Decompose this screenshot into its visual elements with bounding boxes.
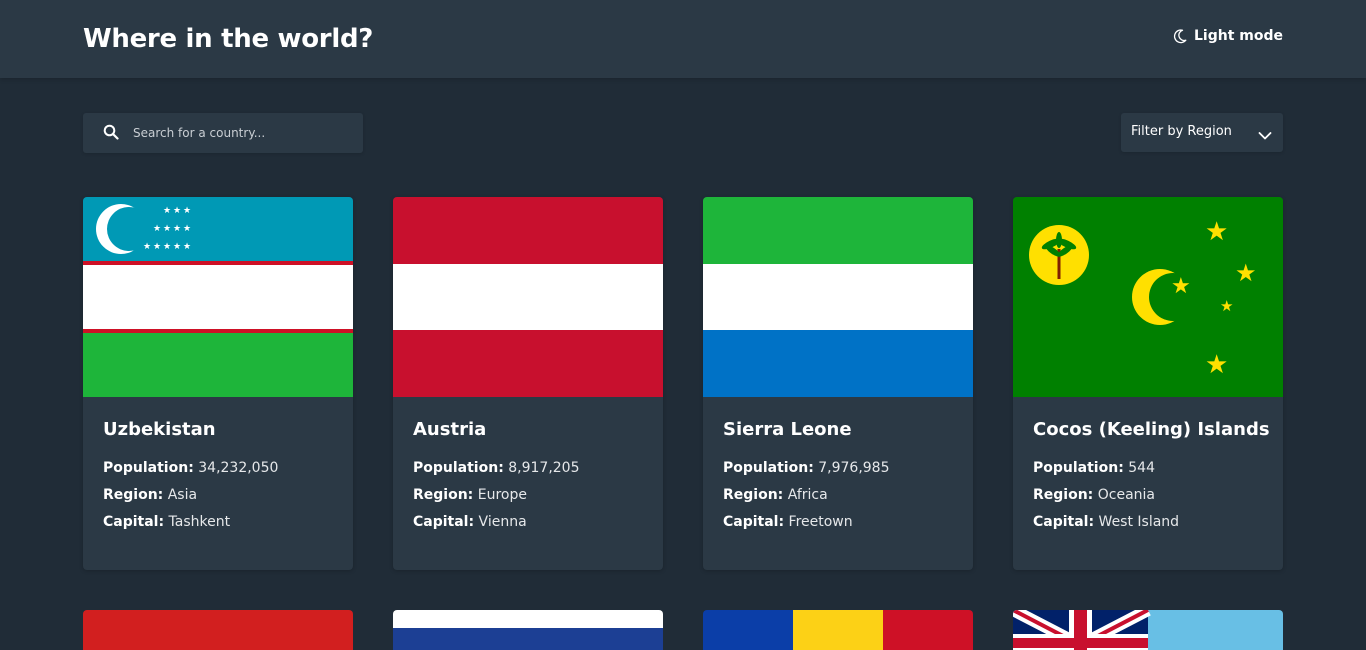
svg-text:★: ★ [173, 242, 181, 252]
country-flag [703, 610, 973, 650]
country-flag [393, 610, 663, 650]
population-value: 34,232,050 [198, 460, 279, 476]
population-label: Population: [413, 460, 504, 476]
country-name: Austria [413, 419, 487, 440]
population-label: Population: [103, 460, 194, 476]
country-flag [83, 610, 353, 650]
svg-text:★: ★ [163, 224, 171, 234]
region-value: Europe [477, 487, 527, 503]
region-row: Region: Asia [103, 482, 278, 509]
country-card[interactable]: Austria Population: 8,917,205 Region: Eu… [393, 197, 663, 570]
capital-label: Capital: [103, 514, 165, 530]
capital-label: Capital: [413, 514, 475, 530]
country-card[interactable]: ★ ★ ★ ★ ★ ★ ★ ★ ★ ★ ★ ★ Uzbekistan Population: 34… [83, 197, 353, 570]
capital-row: Capital: West Island [1033, 509, 1179, 536]
capital-value: West Island [1098, 514, 1180, 530]
svg-text:★: ★ [163, 242, 171, 252]
population-value: 544 [1128, 460, 1155, 476]
theme-toggle-label: Light mode [1194, 28, 1283, 44]
capital-value: Vienna [478, 514, 527, 530]
moon-icon [1173, 28, 1187, 44]
svg-text:★: ★ [163, 206, 171, 216]
svg-text:★: ★ [1205, 217, 1228, 247]
population-value: 8,917,205 [508, 460, 580, 476]
country-flag [1013, 610, 1283, 650]
country-card[interactable] [703, 610, 973, 650]
region-value: Africa [787, 487, 828, 503]
population-row: Population: 34,232,050 [103, 455, 278, 482]
region-label: Region: [103, 487, 164, 503]
region-row: Region: Africa [723, 482, 890, 509]
country-flag-sierra-leone [703, 197, 973, 397]
population-value: 7,976,985 [818, 460, 890, 476]
region-label: Region: [413, 487, 474, 503]
region-row: Region: Oceania [1033, 482, 1179, 509]
region-filter-label: Filter by Region [1131, 124, 1232, 139]
search-icon [103, 124, 119, 144]
country-name: Sierra Leone [723, 419, 852, 440]
country-name: Cocos (Keeling) Islands [1033, 419, 1270, 440]
svg-text:★: ★ [1235, 259, 1257, 287]
svg-text:★: ★ [183, 206, 191, 216]
country-name: Uzbekistan [103, 419, 216, 440]
search-bar[interactable] [83, 113, 363, 153]
region-filter-dropdown[interactable]: Filter by Region [1121, 113, 1283, 152]
capital-row: Capital: Freetown [723, 509, 890, 536]
region-row: Region: Europe [413, 482, 580, 509]
region-label: Region: [723, 487, 784, 503]
svg-text:★: ★ [143, 242, 151, 252]
capital-label: Capital: [1033, 514, 1095, 530]
app-title: Where in the world? [83, 24, 374, 54]
capital-value: Freetown [788, 514, 853, 530]
svg-text:★: ★ [153, 242, 161, 252]
country-flag-uzbekistan: ★ ★ ★ ★ ★ ★ ★ ★ ★ ★ ★ ★ [83, 197, 353, 397]
country-card[interactable]: ★ ★ ★ ★ ★ Cocos (Keeling) Islands Popula… [1013, 197, 1283, 570]
search-input[interactable] [133, 113, 353, 153]
svg-text:★: ★ [183, 242, 191, 252]
region-label: Region: [1033, 487, 1094, 503]
population-row: Population: 544 [1033, 455, 1179, 482]
svg-text:★: ★ [1220, 297, 1233, 315]
chevron-down-icon [1258, 126, 1272, 145]
svg-text:★: ★ [1171, 274, 1191, 299]
capital-row: Capital: Tashkent [103, 509, 278, 536]
theme-toggle-button[interactable]: Light mode [1173, 28, 1283, 44]
population-row: Population: 7,976,985 [723, 455, 890, 482]
country-flag-austria [393, 197, 663, 397]
country-details: Population: 34,232,050 Region: Asia Capi… [103, 455, 278, 536]
country-card[interactable] [393, 610, 663, 650]
capital-label: Capital: [723, 514, 785, 530]
country-card[interactable] [1013, 610, 1283, 650]
svg-text:★: ★ [153, 224, 161, 234]
svg-text:★: ★ [1205, 350, 1228, 380]
population-row: Population: 8,917,205 [413, 455, 580, 482]
region-value: Oceania [1097, 487, 1155, 503]
svg-text:★: ★ [173, 224, 181, 234]
country-card[interactable]: Sierra Leone Population: 7,976,985 Regio… [703, 197, 973, 570]
svg-text:★: ★ [173, 206, 181, 216]
country-details: Population: 544 Region: Oceania Capital:… [1033, 455, 1179, 536]
country-details: Population: 7,976,985 Region: Africa Cap… [723, 455, 890, 536]
svg-text:★: ★ [183, 224, 191, 234]
population-label: Population: [723, 460, 814, 476]
app-header: Where in the world? Light mode [0, 0, 1366, 78]
capital-row: Capital: Vienna [413, 509, 580, 536]
country-card[interactable] [83, 610, 353, 650]
country-flag-cocos-keeling-islands: ★ ★ ★ ★ ★ [1013, 197, 1283, 397]
region-value: Asia [167, 487, 198, 503]
capital-value: Tashkent [168, 514, 231, 530]
population-label: Population: [1033, 460, 1124, 476]
country-details: Population: 8,917,205 Region: Europe Cap… [413, 455, 580, 536]
